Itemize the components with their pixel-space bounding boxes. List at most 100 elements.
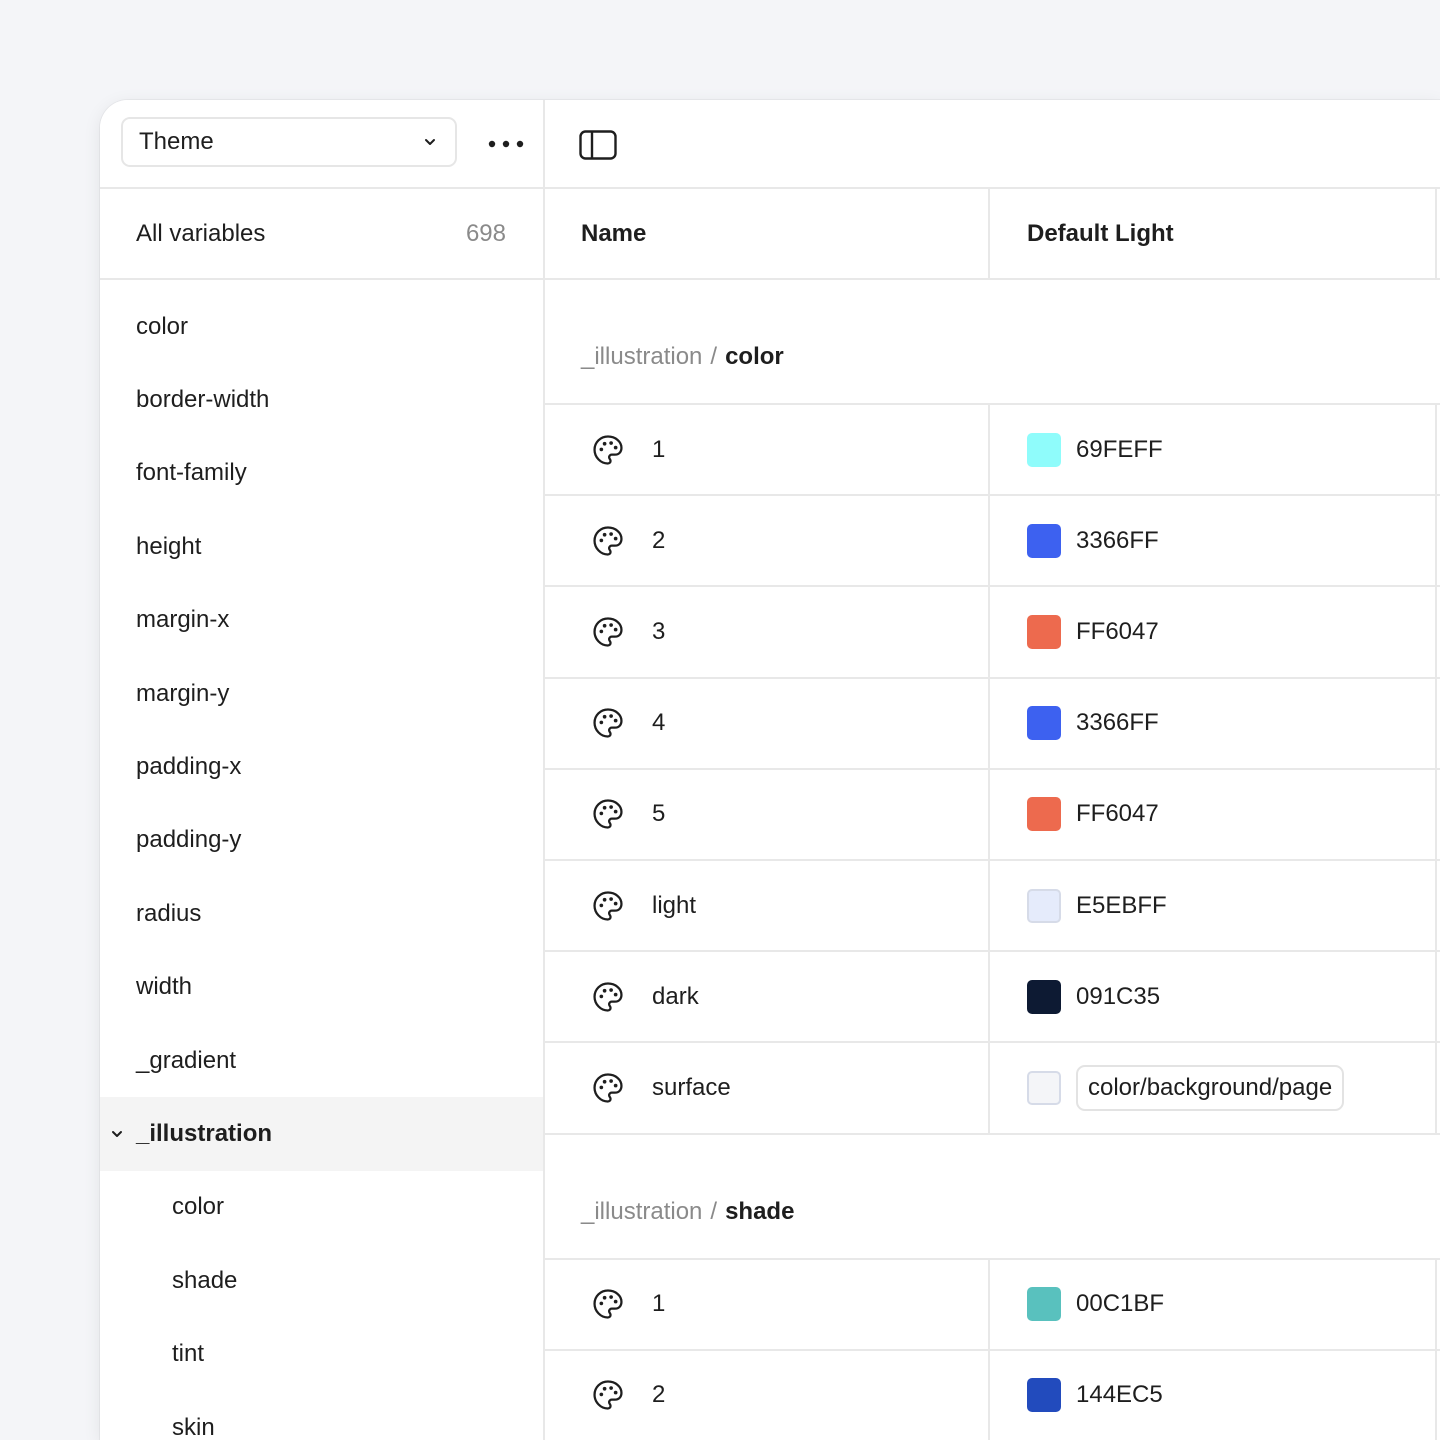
variable-value-cell[interactable]: 00C1BF bbox=[990, 1259, 1437, 1349]
hex-value: 3366FF bbox=[1076, 709, 1159, 737]
variable-name-cell[interactable]: 2 bbox=[545, 1350, 990, 1440]
sidebar-item-label: height bbox=[136, 532, 202, 560]
sidebar-item-label: font-family bbox=[136, 459, 247, 487]
palette-icon bbox=[591, 889, 625, 923]
color-swatch[interactable] bbox=[1027, 706, 1061, 741]
variable-value-cell[interactable]: 69FEFF bbox=[990, 405, 1437, 495]
table-header: Name Default Light bbox=[545, 189, 1440, 280]
sidebar-item-height[interactable]: height bbox=[100, 510, 543, 583]
sidebar-item-label: shade bbox=[172, 1266, 238, 1294]
sidebar-item-border-width[interactable]: border-width bbox=[100, 363, 543, 436]
variable-row[interactable]: surface color/background/page bbox=[545, 1043, 1440, 1135]
palette-icon bbox=[591, 524, 625, 558]
sidebar-item-illustration[interactable]: _illustration bbox=[100, 1097, 543, 1171]
sidebar-toolbar: Theme bbox=[100, 100, 543, 189]
sidebar-item-label: margin-y bbox=[136, 679, 230, 707]
variable-value-cell[interactable]: 3366FF bbox=[990, 678, 1437, 768]
variable-row[interactable]: 5 FF6047 bbox=[545, 769, 1440, 861]
variable-name-cell[interactable]: 5 bbox=[545, 769, 990, 859]
sidebar-item-margin-x[interactable]: margin-x bbox=[100, 584, 543, 657]
variable-name: 1 bbox=[652, 435, 666, 463]
sidebar-subitem-tint[interactable]: tint bbox=[100, 1317, 543, 1390]
group-rows: 1 69FEFF 2 3366FF 3 FF6047 4 3366FF 5 FF6047 light… bbox=[545, 405, 1440, 1135]
variable-value-cell[interactable]: FF6047 bbox=[990, 587, 1437, 677]
variable-value-cell[interactable]: E5EBFF bbox=[990, 860, 1437, 951]
variable-name-cell[interactable]: light bbox=[545, 860, 990, 951]
variable-value-cell[interactable]: 3366FF bbox=[990, 496, 1437, 586]
group-name: shade bbox=[725, 1197, 795, 1225]
variable-row[interactable]: 3 FF6047 bbox=[545, 587, 1440, 679]
palette-icon bbox=[591, 980, 625, 1014]
variable-name-cell[interactable]: 1 bbox=[545, 405, 990, 495]
variable-name: 2 bbox=[652, 526, 666, 554]
sidebar-item-label: skin bbox=[172, 1413, 215, 1440]
all-variables-item[interactable]: All variables 698 bbox=[100, 189, 543, 280]
variable-row[interactable]: 1 00C1BF bbox=[545, 1259, 1440, 1351]
variable-row[interactable]: 1 69FEFF bbox=[545, 405, 1440, 497]
variable-name: 3 bbox=[652, 617, 666, 645]
variable-row[interactable]: light E5EBFF bbox=[545, 860, 1440, 953]
hex-value: E5EBFF bbox=[1076, 891, 1167, 919]
sidebar-item-margin-y[interactable]: margin-y bbox=[100, 657, 543, 730]
variable-row[interactable]: 2 3366FF bbox=[545, 496, 1440, 588]
sidebar-toggle-icon[interactable] bbox=[579, 130, 617, 160]
hex-value: 144EC5 bbox=[1076, 1381, 1163, 1409]
color-swatch[interactable] bbox=[1027, 1287, 1061, 1322]
sidebar-item-label: tint bbox=[172, 1340, 205, 1368]
table-toolbar bbox=[545, 100, 1440, 189]
sidebar-item-label: width bbox=[136, 973, 193, 1001]
palette-icon bbox=[591, 1287, 625, 1321]
collection-select[interactable]: Theme bbox=[121, 117, 457, 167]
sidebar-item-padding-y[interactable]: padding-y bbox=[100, 804, 543, 877]
collection-select-label: Theme bbox=[139, 128, 214, 155]
color-swatch[interactable] bbox=[1027, 614, 1061, 649]
sidebar-item-padding-x[interactable]: padding-x bbox=[100, 730, 543, 803]
color-swatch[interactable] bbox=[1027, 979, 1061, 1014]
more-options-button[interactable] bbox=[486, 124, 526, 164]
sidebar-item-label: _illustration bbox=[136, 1119, 273, 1147]
variable-value-cell[interactable]: FF6047 bbox=[990, 769, 1437, 859]
color-swatch[interactable] bbox=[1027, 432, 1061, 467]
sidebar-subitem-color[interactable]: color bbox=[100, 1171, 543, 1244]
sidebar-item-radius[interactable]: radius bbox=[100, 877, 543, 950]
variable-row[interactable]: dark 091C35 bbox=[545, 952, 1440, 1044]
color-swatch[interactable] bbox=[1027, 888, 1061, 923]
sidebar-item-gradient[interactable]: _gradient bbox=[100, 1024, 543, 1097]
column-header-name[interactable]: Name bbox=[545, 189, 990, 278]
palette-icon bbox=[591, 1378, 625, 1412]
hex-value: 69FEFF bbox=[1076, 435, 1163, 463]
color-swatch[interactable] bbox=[1027, 1070, 1061, 1105]
variable-name-cell[interactable]: surface bbox=[545, 1043, 990, 1133]
variable-row[interactable]: 4 3366FF bbox=[545, 678, 1440, 770]
column-header-mode[interactable]: Default Light bbox=[990, 189, 1437, 278]
variable-name-cell[interactable]: 3 bbox=[545, 587, 990, 677]
variable-name-cell[interactable]: 2 bbox=[545, 496, 990, 586]
variable-name-cell[interactable]: dark bbox=[545, 952, 990, 1042]
variable-value-cell[interactable]: 144EC5 bbox=[990, 1350, 1437, 1440]
variable-name-cell[interactable]: 4 bbox=[545, 678, 990, 768]
chevron-down-icon[interactable] bbox=[109, 1126, 125, 1142]
palette-icon bbox=[591, 1071, 625, 1105]
sidebar-subitem-shade[interactable]: shade bbox=[100, 1244, 543, 1317]
color-swatch[interactable] bbox=[1027, 1378, 1061, 1413]
variable-row[interactable]: 2 144EC5 bbox=[545, 1350, 1440, 1440]
chevron-down-icon bbox=[425, 139, 435, 145]
variable-value-cell[interactable]: color/background/page bbox=[990, 1043, 1437, 1133]
variable-name-cell[interactable]: 1 bbox=[545, 1259, 990, 1349]
variables-table-panel: Name Default Light _illustration / color… bbox=[545, 100, 1440, 1440]
sidebar-subitem-skin[interactable]: skin bbox=[100, 1391, 543, 1440]
variable-name: dark bbox=[652, 982, 699, 1010]
sidebar-item-font-family[interactable]: font-family bbox=[100, 437, 543, 510]
variable-name: 4 bbox=[652, 709, 666, 737]
sidebar-group-list: color border-width font-family height ma… bbox=[100, 280, 543, 1440]
column-header-name-label: Name bbox=[581, 219, 647, 247]
variable-value-cell[interactable]: 091C35 bbox=[990, 952, 1437, 1042]
sidebar-item-color[interactable]: color bbox=[100, 290, 543, 363]
group-header: _illustration / color bbox=[545, 280, 1440, 405]
group-name: color bbox=[725, 343, 784, 370]
color-swatch[interactable] bbox=[1027, 523, 1061, 558]
color-swatch[interactable] bbox=[1027, 797, 1061, 832]
hex-value: FF6047 bbox=[1076, 800, 1159, 828]
alias-pill[interactable]: color/background/page bbox=[1076, 1064, 1345, 1111]
sidebar-item-width[interactable]: width bbox=[100, 951, 543, 1024]
